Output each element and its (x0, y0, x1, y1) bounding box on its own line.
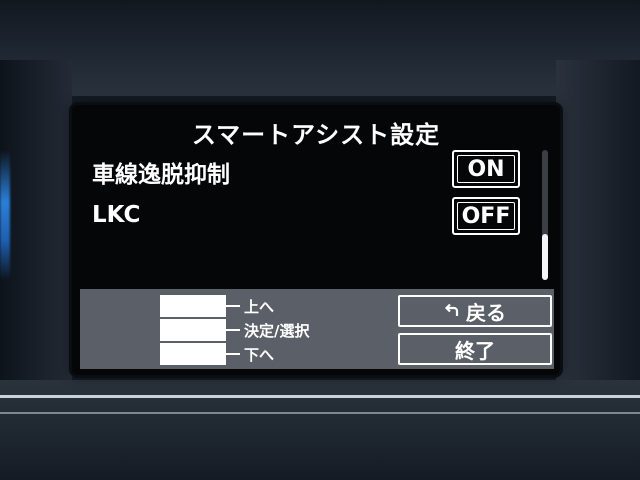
dashboard-trim-line-lower (0, 412, 640, 414)
key-select-indicator (160, 319, 226, 341)
lane-departure-toggle-value: ON (467, 156, 505, 182)
scrollbar[interactable] (542, 150, 548, 280)
lkc-toggle[interactable]: OFF (452, 197, 520, 235)
control-guide-panel: 上へ 決定/選択 下へ 戻る 終了 (80, 289, 554, 369)
key-select-label: 決定/選択 (244, 322, 310, 340)
scrollbar-thumb[interactable] (542, 234, 548, 280)
setting-row-lkc[interactable]: LKC OFF (92, 197, 522, 237)
key-up-indicator (160, 295, 226, 317)
lkc-toggle-value: OFF (461, 203, 511, 229)
key-up-connector (226, 305, 240, 307)
back-button-label: 戻る (466, 300, 506, 325)
key-down-connector (226, 353, 240, 355)
key-down-indicator (160, 343, 226, 365)
key-up-label: 上へ (244, 298, 275, 316)
end-button-label: 終了 (455, 338, 495, 363)
end-button[interactable]: 終了 (398, 333, 552, 365)
key-select-connector (226, 329, 240, 331)
dashboard-trim-line (0, 395, 640, 398)
key-down-label: 下へ (244, 346, 275, 364)
lane-departure-toggle[interactable]: ON (452, 150, 520, 188)
infotainment-screen: スマートアシスト設定 車線逸脱抑制 ON LKC OFF 上へ 決定/選択 下へ… (72, 105, 560, 375)
setting-label-lane-departure: 車線逸脱抑制 (92, 162, 230, 188)
dashboard-bezel-top (0, 0, 640, 96)
setting-row-lane-departure[interactable]: 車線逸脱抑制 ON (92, 150, 522, 190)
ambient-light-glow (0, 150, 10, 280)
page-title: スマートアシスト設定 (191, 121, 441, 149)
dashboard-bezel-right (556, 60, 640, 390)
setting-label-lkc: LKC (92, 202, 141, 228)
dashboard-bezel-left (0, 60, 72, 390)
return-arrow-icon (444, 303, 459, 316)
back-button[interactable]: 戻る (398, 295, 552, 327)
